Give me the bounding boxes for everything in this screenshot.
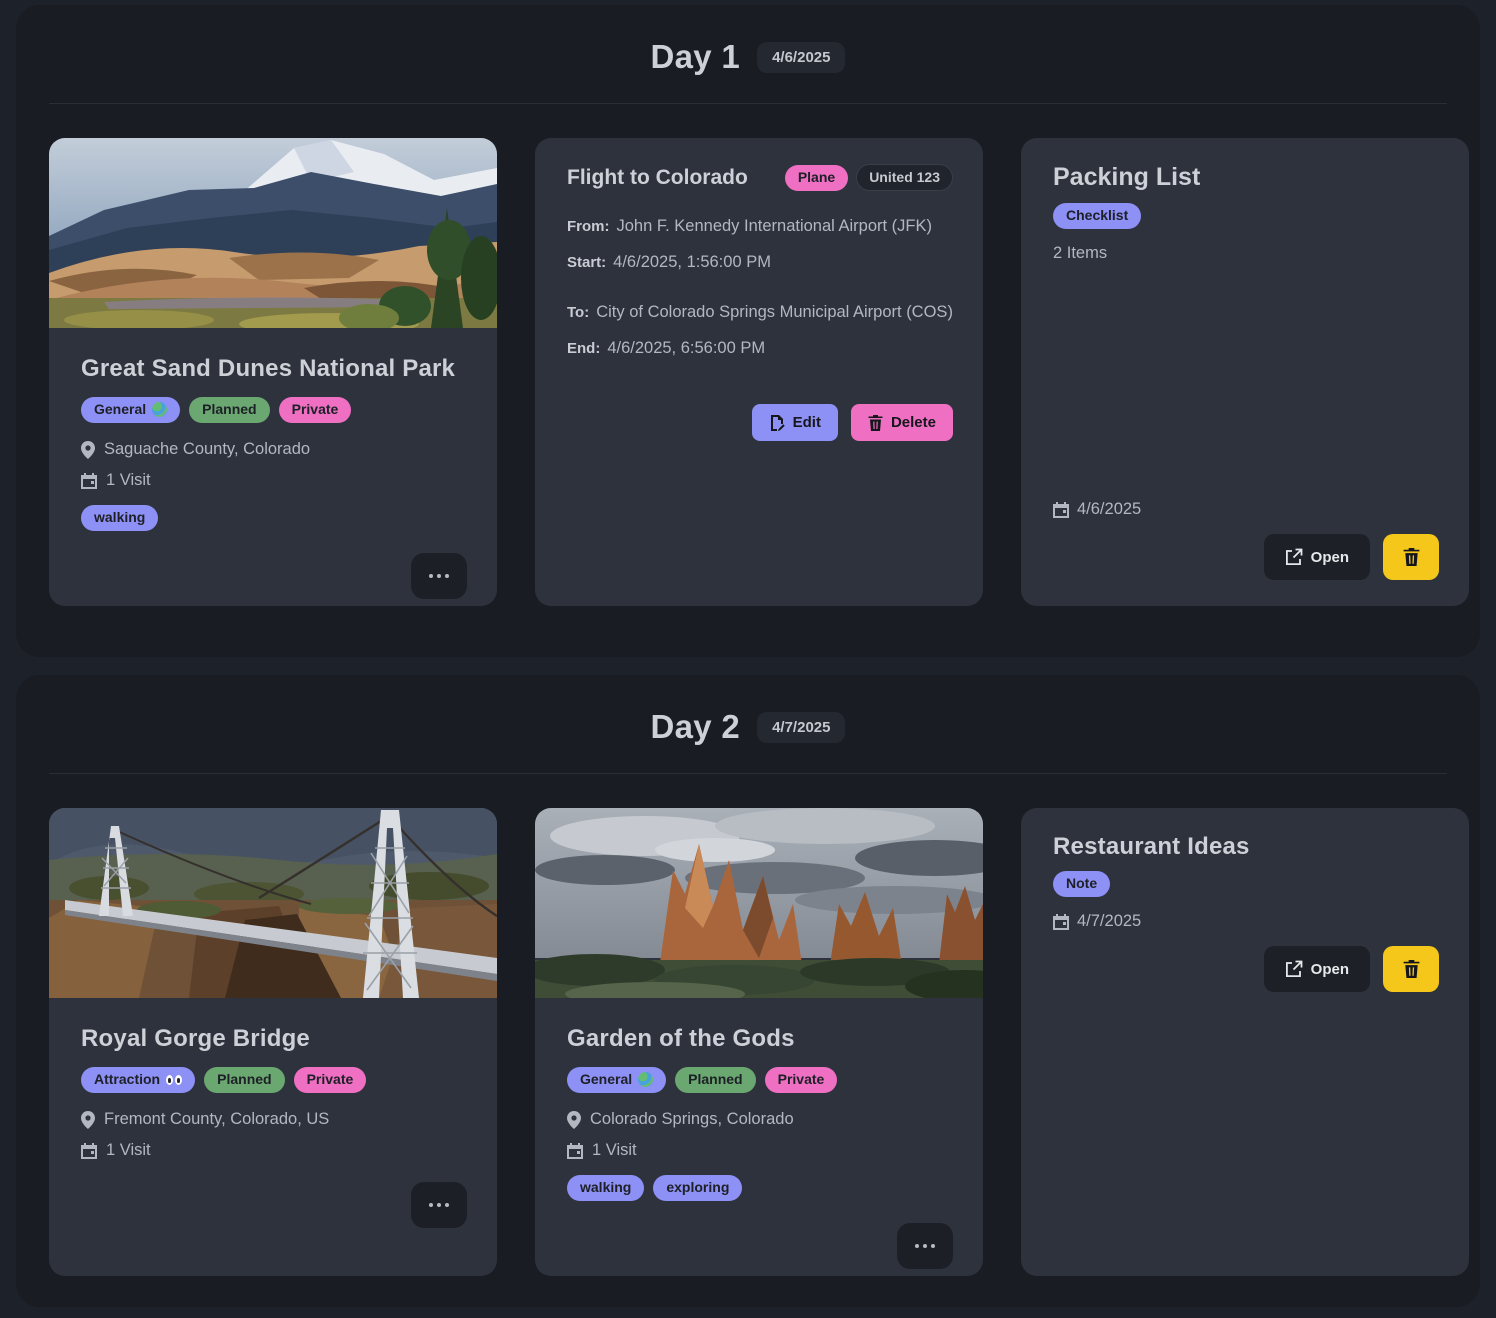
place-title: Great Sand Dunes National Park	[81, 355, 467, 383]
location-pin-icon	[567, 1111, 581, 1129]
end-row: End: 4/6/2025, 6:56:00 PM	[567, 339, 953, 358]
checklist-card-packing-list[interactable]: Packing List Checklist 2 Items 4/6/2025 …	[1021, 138, 1469, 606]
trash-icon	[1403, 960, 1420, 978]
great-sand-dunes-photo	[49, 138, 497, 328]
external-link-icon	[1285, 548, 1303, 566]
note-type-badge: Note	[1053, 871, 1110, 897]
location-text: Colorado Springs, Colorado	[590, 1110, 794, 1129]
status-badge: Planned	[189, 397, 269, 423]
place-title: Royal Gorge Bridge	[81, 1025, 467, 1053]
day-2-title: Day 2	[651, 708, 741, 746]
category-badge: General	[81, 397, 180, 423]
place-card-garden-of-the-gods[interactable]: Garden of the Gods General Planned Priva…	[535, 808, 983, 1276]
visits-text: 1 Visit	[106, 471, 151, 490]
trash-icon	[1403, 548, 1420, 566]
note-title: Restaurant Ideas	[1053, 833, 1439, 861]
visits-row: 1 Visit	[567, 1141, 953, 1160]
category-badge: General	[567, 1067, 666, 1093]
privacy-badge: Private	[294, 1067, 367, 1093]
from-row: From: John F. Kennedy International Airpo…	[567, 217, 953, 236]
checklist-title: Packing List	[1053, 163, 1439, 192]
day-1-header: Day 1 4/6/2025	[16, 5, 1480, 103]
visits-text: 1 Visit	[106, 1141, 151, 1160]
location-pin-icon	[81, 441, 95, 459]
place-card-great-sand-dunes[interactable]: Great Sand Dunes National Park General P…	[49, 138, 497, 606]
location-row: Saguache County, Colorado	[81, 440, 467, 459]
eyes-icon	[166, 1075, 182, 1085]
location-text: Fremont County, Colorado, US	[104, 1110, 329, 1129]
note-date: 4/7/2025	[1077, 912, 1141, 931]
checklist-type-badge: Checklist	[1053, 203, 1141, 229]
checklist-date-row: 4/6/2025	[1053, 500, 1439, 519]
royal-gorge-photo	[49, 808, 497, 998]
day-1-title: Day 1	[651, 38, 741, 76]
start-row: Start: 4/6/2025, 1:56:00 PM	[567, 253, 953, 272]
more-options-button[interactable]	[897, 1223, 953, 1269]
status-badge: Planned	[675, 1067, 755, 1093]
items-count: 2 Items	[1053, 244, 1439, 263]
category-badge: Attraction	[81, 1067, 195, 1093]
ellipsis-icon	[429, 574, 434, 579]
calendar-icon	[81, 1143, 97, 1159]
garden-of-the-gods-photo	[535, 808, 983, 998]
privacy-badge: Private	[279, 397, 352, 423]
tag-badge: walking	[81, 505, 158, 531]
from-value: John F. Kennedy International Airport (J…	[617, 217, 933, 235]
to-label: To:	[567, 304, 589, 321]
start-value: 4/6/2025, 1:56:00 PM	[613, 253, 771, 271]
day-1-section: Day 1 4/6/2025	[16, 5, 1480, 657]
location-pin-icon	[81, 1111, 95, 1129]
day-2-date-badge: 4/7/2025	[757, 712, 845, 743]
trash-icon	[868, 415, 883, 431]
place-card-royal-gorge-bridge[interactable]: Royal Gorge Bridge Attraction Planned Pr…	[49, 808, 497, 1276]
transport-type-badge: Plane	[785, 165, 848, 191]
location-row: Colorado Springs, Colorado	[567, 1110, 953, 1129]
calendar-icon	[81, 473, 97, 489]
tag-badge: exploring	[653, 1175, 742, 1201]
day-2-section: Day 2 4/7/2025	[16, 675, 1480, 1307]
transport-card-flight[interactable]: Flight to Colorado Plane United 123 From…	[535, 138, 983, 606]
privacy-badge: Private	[765, 1067, 838, 1093]
calendar-icon	[1053, 914, 1069, 930]
edit-icon	[769, 415, 785, 431]
note-card-restaurant-ideas[interactable]: Restaurant Ideas Note 4/7/2025 Open	[1021, 808, 1469, 1276]
end-value: 4/6/2025, 6:56:00 PM	[607, 339, 765, 357]
location-text: Saguache County, Colorado	[104, 440, 310, 459]
open-button[interactable]: Open	[1264, 946, 1370, 992]
location-row: Fremont County, Colorado, US	[81, 1110, 467, 1129]
flight-number-badge: United 123	[856, 164, 953, 191]
visits-row: 1 Visit	[81, 471, 467, 490]
visits-text: 1 Visit	[592, 1141, 637, 1160]
end-label: End:	[567, 340, 600, 357]
ellipsis-icon	[915, 1244, 920, 1249]
to-row: To: City of Colorado Springs Municipal Ai…	[567, 303, 953, 322]
more-options-button[interactable]	[411, 553, 467, 599]
globe-icon	[152, 402, 167, 417]
delete-checklist-button[interactable]	[1383, 534, 1439, 580]
open-button[interactable]: Open	[1264, 534, 1370, 580]
tag-badge: walking	[567, 1175, 644, 1201]
to-value: City of Colorado Springs Municipal Airpo…	[596, 303, 953, 321]
calendar-icon	[1053, 502, 1069, 518]
day-1-date-badge: 4/6/2025	[757, 42, 845, 73]
more-options-button[interactable]	[411, 1182, 467, 1228]
checklist-date: 4/6/2025	[1077, 500, 1141, 519]
note-date-row: 4/7/2025	[1053, 912, 1439, 931]
edit-button[interactable]: Edit	[752, 404, 838, 441]
from-label: From:	[567, 218, 610, 235]
day-2-header: Day 2 4/7/2025	[16, 675, 1480, 773]
flight-title: Flight to Colorado	[567, 166, 748, 190]
ellipsis-icon	[429, 1203, 434, 1208]
delete-button[interactable]: Delete	[851, 404, 953, 441]
delete-note-button[interactable]	[1383, 946, 1439, 992]
start-label: Start:	[567, 254, 606, 271]
external-link-icon	[1285, 960, 1303, 978]
globe-icon	[638, 1072, 653, 1087]
place-title: Garden of the Gods	[567, 1025, 953, 1053]
visits-row: 1 Visit	[81, 1141, 467, 1160]
status-badge: Planned	[204, 1067, 284, 1093]
calendar-icon	[567, 1143, 583, 1159]
